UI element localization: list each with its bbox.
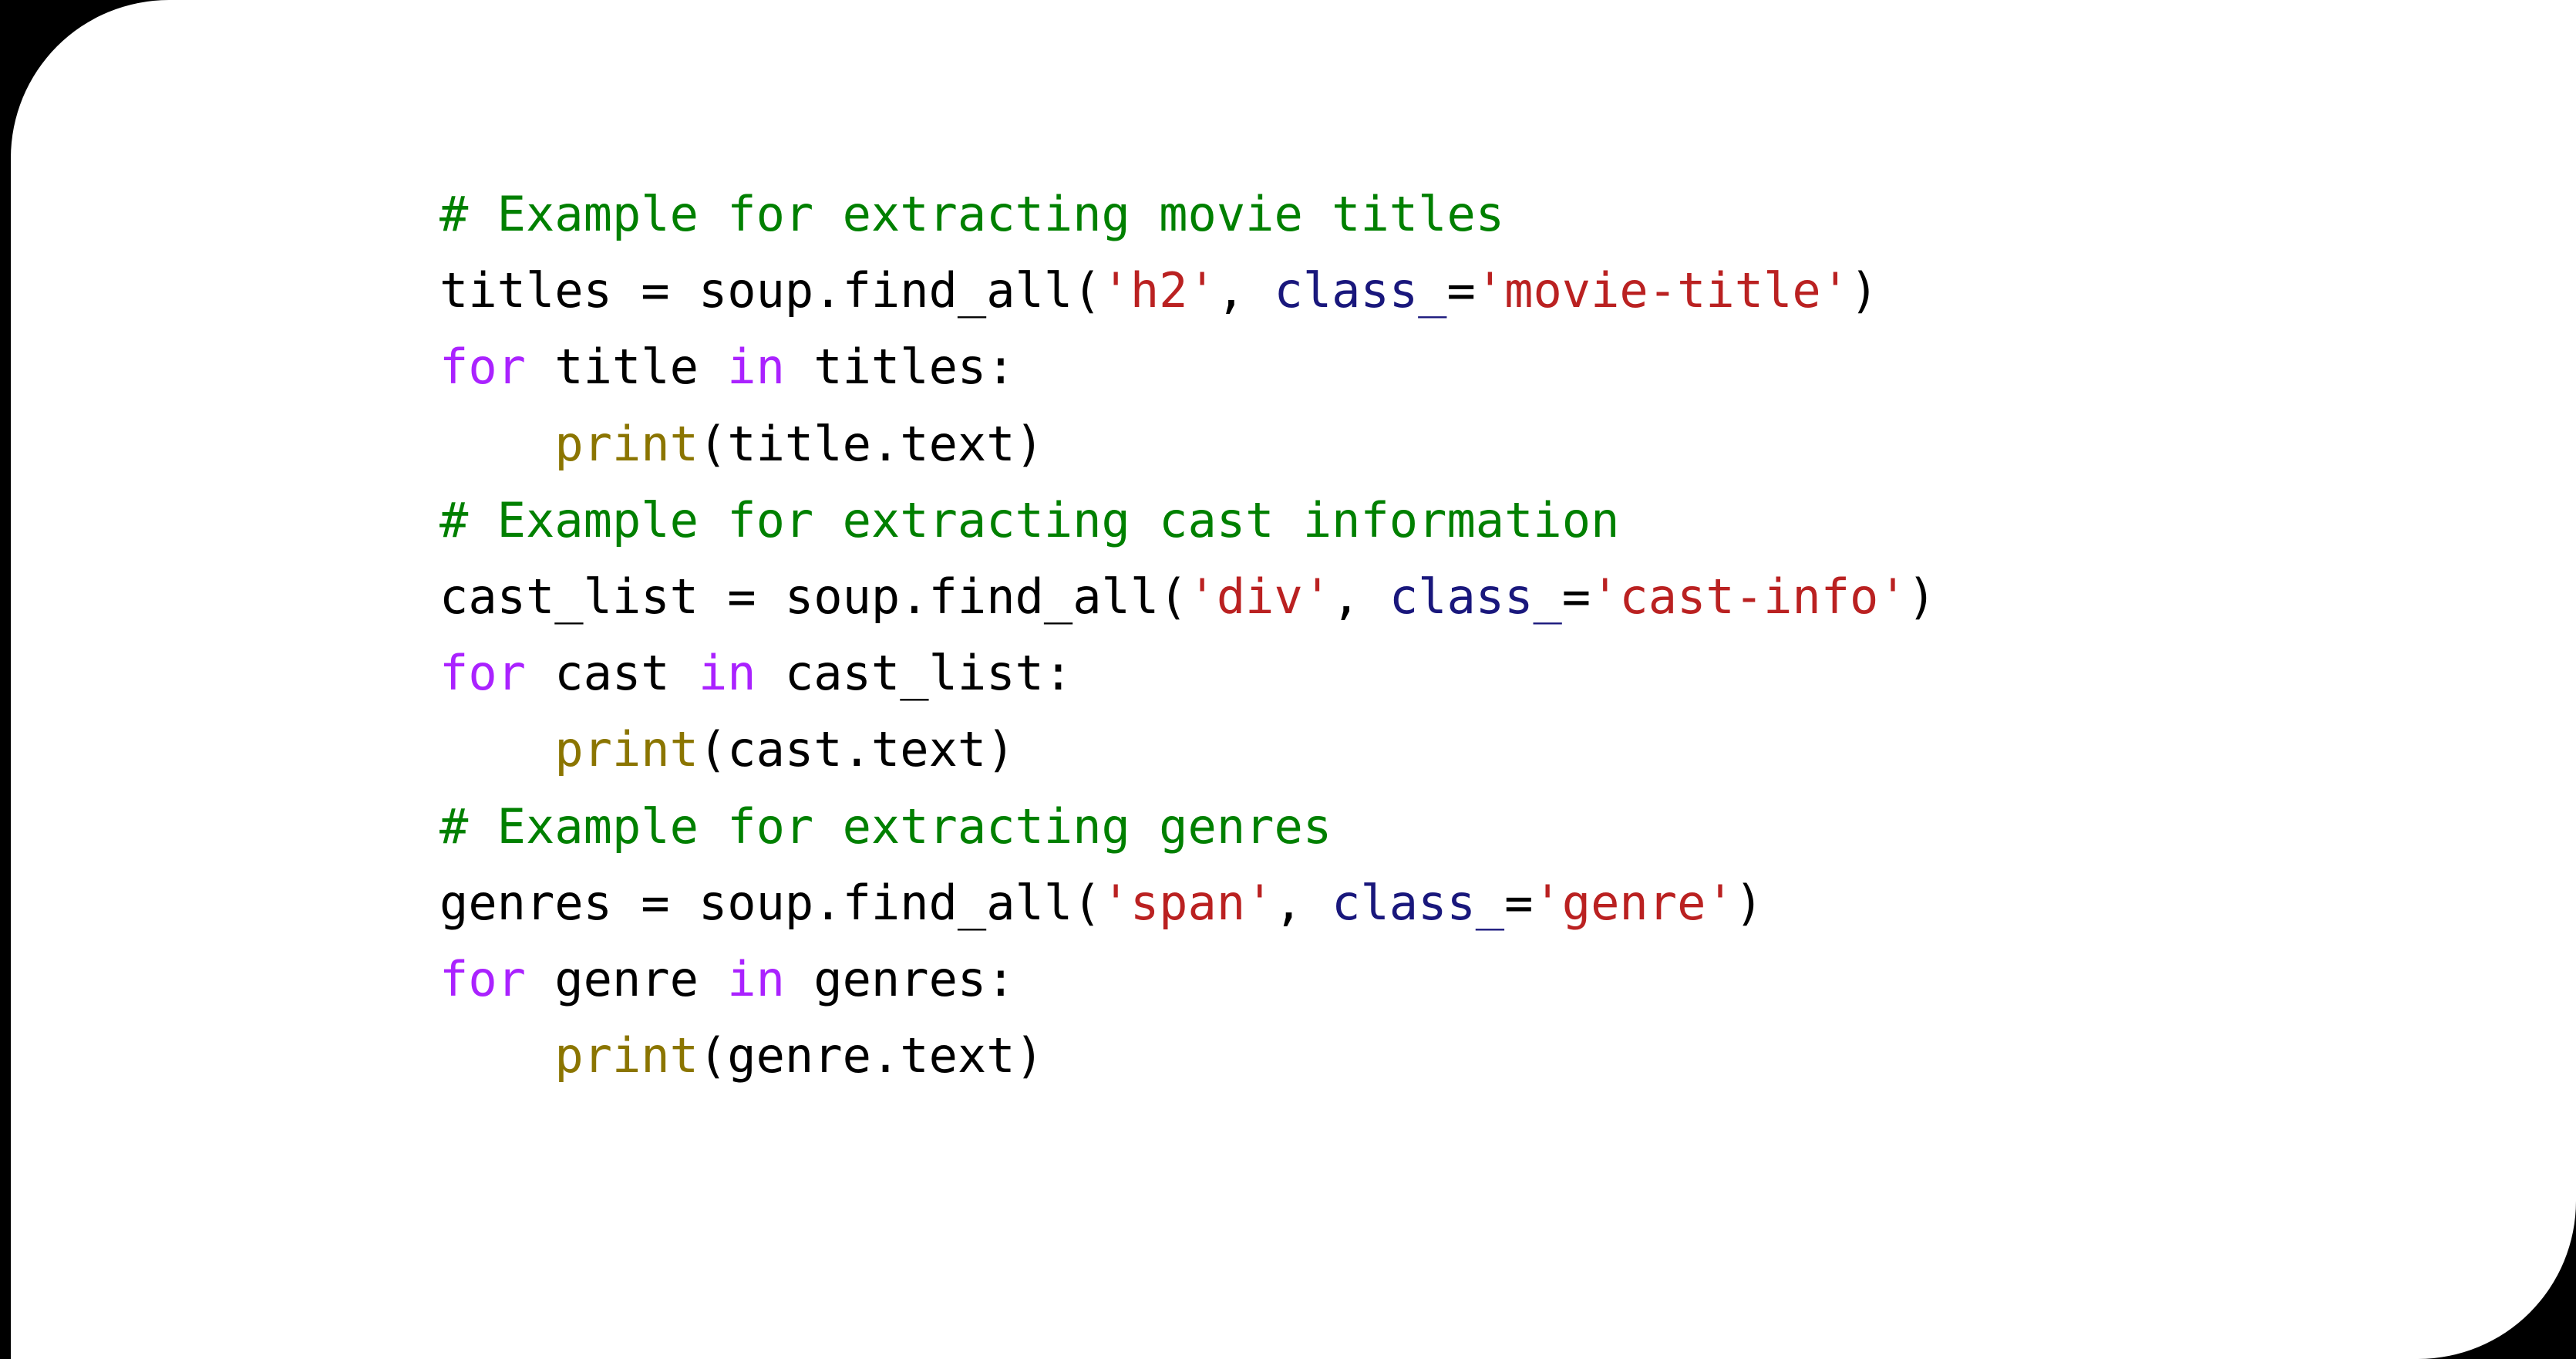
code-token-string: 'genre'	[1533, 874, 1735, 931]
code-token-comment: # Example for extracting cast informatio…	[439, 491, 1620, 548]
code-token-kwarg: class_	[1389, 568, 1562, 625]
code-token-plain: )	[1850, 262, 1879, 319]
code-token-plain: (genre.text)	[698, 1027, 1044, 1084]
code-token-string: 'span'	[1101, 874, 1275, 931]
code-line: print(cast.text)	[439, 711, 1936, 787]
code-token-keyword: in	[727, 339, 785, 396]
code-token-string: 'h2'	[1101, 262, 1217, 319]
code-token-op: =	[1446, 262, 1476, 319]
code-token-plain: title	[525, 339, 728, 396]
code-token-plain: )	[1907, 568, 1937, 625]
code-line: titles = soup.find_all('h2', class_='mov…	[439, 252, 1936, 329]
code-token-plain: ,	[1216, 262, 1275, 319]
code-line: # Example for extracting cast informatio…	[439, 482, 1936, 558]
code-token-plain: genres = soup.find_all(	[439, 874, 1102, 931]
python-code-block[interactable]: # Example for extracting movie titles tit…	[439, 176, 1936, 1094]
code-token-comment: # Example for extracting genres	[439, 798, 1332, 855]
code-token-plain: ,	[1274, 874, 1332, 931]
code-line: cast_list = soup.find_all('div', class_=…	[439, 558, 1936, 635]
code-token-string: 'cast-info'	[1591, 568, 1908, 625]
code-line: print(genre.text)	[439, 1017, 1936, 1094]
code-token-plain: genre	[525, 950, 728, 1007]
code-token-keyword: for	[439, 950, 526, 1007]
code-token-kwarg: class_	[1332, 874, 1505, 931]
code-token-plain: (cast.text)	[698, 721, 1015, 778]
code-token-builtin: print	[554, 721, 699, 778]
code-token-op: =	[1504, 874, 1534, 931]
code-token-plain: ,	[1332, 568, 1389, 625]
code-token-string: 'div'	[1187, 568, 1332, 625]
code-token-keyword: for	[439, 645, 526, 702]
code-token-keyword: in	[727, 950, 785, 1007]
code-panel: # Example for extracting movie titles tit…	[11, 0, 2576, 1359]
code-line: print(title.text)	[439, 406, 1936, 482]
code-token-builtin: print	[554, 1027, 699, 1084]
code-token-plain: (title.text)	[698, 415, 1044, 472]
code-line: for genre in genres:	[439, 941, 1936, 1017]
code-token-plain: )	[1734, 874, 1764, 931]
code-token-plain: titles = soup.find_all(	[439, 262, 1102, 319]
code-token-plain: cast_list = soup.find_all(	[439, 568, 1188, 625]
code-token-kwarg: class_	[1274, 262, 1447, 319]
screenshot-root: # Example for extracting movie titles tit…	[0, 0, 2576, 1359]
code-line: for title in titles:	[439, 329, 1936, 405]
code-line: # Example for extracting movie titles	[439, 176, 1936, 252]
code-line: # Example for extracting genres	[439, 788, 1936, 865]
code-token-builtin: print	[554, 415, 699, 472]
code-token-comment: # Example for extracting movie titles	[439, 186, 1505, 242]
code-line: for cast in cast_list:	[439, 635, 1936, 711]
code-token-plain: cast	[525, 645, 699, 702]
code-token-plain: cast_list:	[756, 645, 1073, 702]
code-token-plain: titles:	[784, 339, 1015, 396]
code-token-keyword: for	[439, 339, 526, 396]
code-token-op: =	[1561, 568, 1591, 625]
code-token-string: 'movie-title'	[1475, 262, 1850, 319]
code-line: genres = soup.find_all('span', class_='g…	[439, 865, 1936, 941]
code-token-plain: genres:	[784, 950, 1015, 1007]
code-token-keyword: in	[698, 645, 756, 702]
